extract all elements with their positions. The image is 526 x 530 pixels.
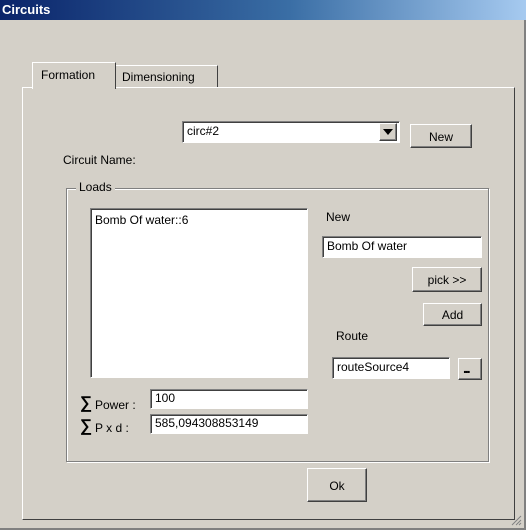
route-value: routeSource4 xyxy=(337,360,410,374)
power-input[interactable]: 100 xyxy=(150,389,308,409)
tab-dimensioning[interactable]: Dimensioning xyxy=(115,65,218,87)
chevron-down-icon[interactable] xyxy=(379,123,397,141)
list-item[interactable]: Bomb Of water::6 xyxy=(95,213,188,227)
pick-button-label: pick >> xyxy=(427,273,467,287)
window-title: Circuits xyxy=(2,2,51,17)
ok-button-label: Ok xyxy=(329,479,345,493)
resize-grip-icon[interactable] xyxy=(510,514,522,526)
title-bar[interactable]: Circuits xyxy=(0,0,526,20)
ok-button[interactable]: Ok xyxy=(307,468,367,502)
circuits-window: Circuits Formation Dimensioning Circuit … xyxy=(0,0,526,530)
route-label: Route xyxy=(336,329,369,343)
loads-group-label: Loads xyxy=(76,180,115,194)
new-load-input[interactable]: Bomb Of water xyxy=(322,236,482,258)
circuit-name-combobox[interactable]: circ#2 xyxy=(182,121,400,143)
power-label: Power : xyxy=(95,398,136,412)
new-load-value: Bomb Of water xyxy=(327,239,408,253)
add-button[interactable]: Add xyxy=(423,303,482,326)
route-input[interactable]: routeSource4 xyxy=(332,357,450,379)
tab-formation[interactable]: Formation xyxy=(32,62,116,89)
loads-listbox[interactable]: Bomb Of water::6 xyxy=(90,208,308,378)
route-browse-button[interactable]: ... xyxy=(458,358,482,380)
pick-button[interactable]: pick >> xyxy=(412,267,482,292)
new-circuit-button[interactable]: New xyxy=(410,124,472,148)
ellipsis-icon: ... xyxy=(463,360,471,376)
circuit-name-label: Circuit Name: xyxy=(63,153,136,167)
new-load-label: New xyxy=(326,210,351,224)
sigma-icon: ∑ xyxy=(80,416,93,435)
new-circuit-label: New xyxy=(428,130,453,144)
pxd-label: P x d : xyxy=(95,421,129,435)
add-button-label: Add xyxy=(441,308,464,322)
power-value: 100 xyxy=(155,391,176,405)
pxd-value: 585,094308853149 xyxy=(155,416,259,430)
circuit-name-value: circ#2 xyxy=(187,124,220,138)
tab-dimensioning-label: Dimensioning xyxy=(122,70,195,84)
tab-formation-label: Formation xyxy=(41,68,96,82)
sigma-icon: ∑ xyxy=(80,393,93,412)
pxd-input[interactable]: 585,094308853149 xyxy=(150,414,308,434)
